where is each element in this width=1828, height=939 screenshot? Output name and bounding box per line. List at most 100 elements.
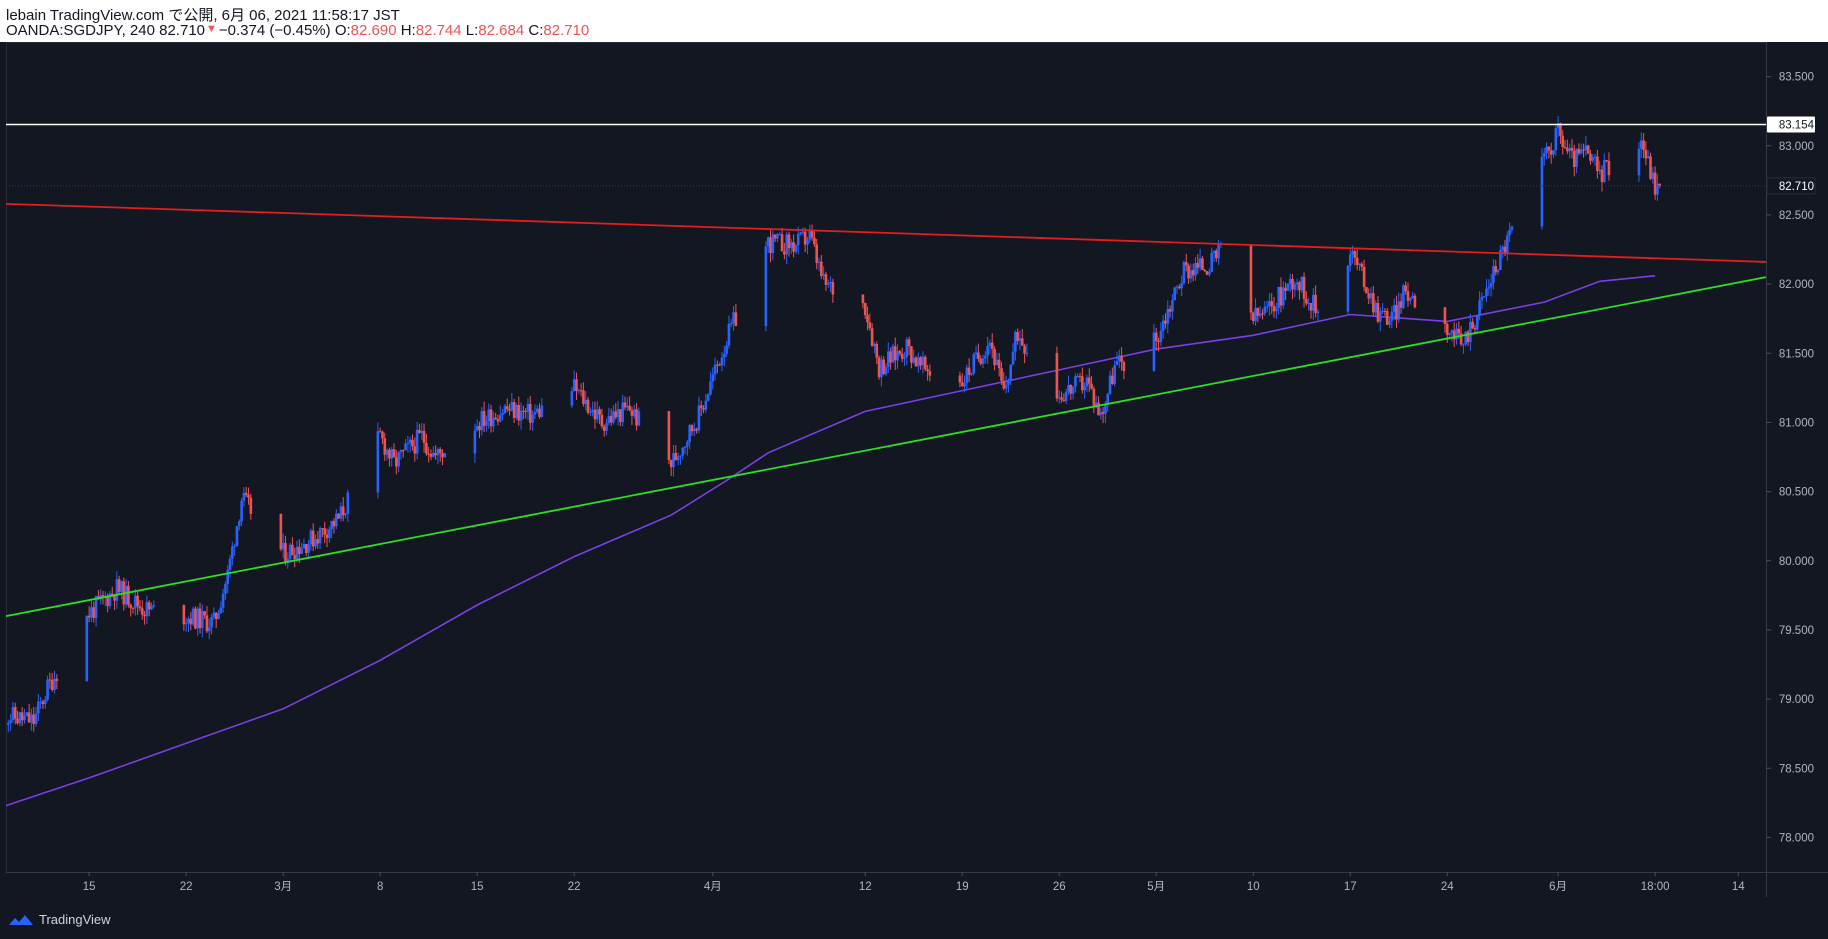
candle-body bbox=[1004, 384, 1008, 389]
candle-body bbox=[1298, 282, 1301, 291]
candle-body bbox=[616, 409, 620, 418]
candle-body bbox=[863, 303, 867, 316]
candle-body bbox=[1016, 332, 1019, 341]
y-tick-label: 80.500 bbox=[1779, 487, 1814, 499]
candle-body bbox=[53, 678, 56, 691]
candle-body bbox=[1295, 282, 1299, 285]
candle-body bbox=[1076, 375, 1080, 377]
candle-body bbox=[311, 530, 315, 547]
candle-body bbox=[1464, 331, 1468, 345]
candle-body bbox=[224, 584, 227, 594]
candle-body bbox=[963, 383, 966, 387]
chart-area[interactable]: 83.500 83.000 82.500 82.000 81.500 81.000 80.5… bbox=[0, 42, 1828, 897]
open-value: 82.690 bbox=[350, 22, 397, 39]
candle-body bbox=[1108, 375, 1112, 394]
candle-body bbox=[388, 449, 391, 459]
candle-body bbox=[1101, 411, 1105, 414]
candle-body bbox=[1586, 145, 1590, 154]
y-tick-label: 83.500 bbox=[1779, 72, 1814, 84]
symbol-info: OANDA:SGDJPY, 240 82.710▼ −0.374 (−0.45%)… bbox=[6, 22, 589, 39]
x-tick-label: 10 bbox=[1247, 881, 1260, 893]
candle-body bbox=[1277, 287, 1280, 309]
candle-body bbox=[806, 239, 809, 245]
candle-body bbox=[870, 328, 874, 346]
candle-body bbox=[385, 449, 389, 455]
candle-body bbox=[90, 607, 93, 618]
candle-body bbox=[1358, 263, 1361, 265]
candle-body bbox=[117, 579, 121, 592]
candle-body bbox=[1168, 309, 1172, 312]
candle-body bbox=[124, 585, 128, 605]
candle-body bbox=[1409, 297, 1412, 301]
resistance-trendline[interactable] bbox=[5, 202, 1767, 263]
change-value: −0.374 (−0.45%) bbox=[218, 22, 331, 39]
price-axis[interactable]: 83.500 83.000 82.500 82.000 81.500 81.000 80.5… bbox=[1766, 72, 1816, 845]
candle-body bbox=[489, 409, 493, 427]
candle-body bbox=[482, 411, 486, 426]
candle-body bbox=[997, 359, 1001, 369]
candle-body bbox=[1071, 386, 1075, 394]
candle-body bbox=[1579, 149, 1583, 154]
price-chart[interactable]: 83.500 83.000 82.500 82.000 81.500 81.000 80.5… bbox=[0, 42, 1828, 897]
candle-body bbox=[893, 346, 897, 361]
candle-body bbox=[1057, 397, 1061, 399]
candle-body bbox=[990, 342, 994, 349]
candle-body bbox=[106, 596, 109, 606]
candle-body bbox=[147, 602, 151, 610]
support-trendline[interactable] bbox=[5, 276, 1767, 617]
candle-body bbox=[912, 357, 916, 363]
candle-body bbox=[1314, 294, 1317, 314]
candle-body bbox=[429, 453, 433, 457]
candle-body bbox=[972, 354, 976, 374]
candle-body bbox=[1055, 353, 1059, 399]
candle-body bbox=[1351, 251, 1354, 255]
candle-body bbox=[314, 539, 317, 547]
candle-body bbox=[861, 294, 865, 304]
candle-body bbox=[1492, 266, 1495, 283]
candle-body bbox=[1097, 402, 1100, 416]
candle-body bbox=[48, 679, 52, 681]
candle-body bbox=[1249, 244, 1253, 313]
time-axis[interactable]: 15 22 3月 8 15 22 4月 12 19 26 5月 10 17 24 6月 18:00 14 bbox=[83, 872, 1746, 893]
candle-body bbox=[1369, 293, 1373, 299]
candle-body bbox=[1395, 305, 1398, 320]
candle-body bbox=[1542, 153, 1546, 157]
candle-body bbox=[298, 546, 301, 554]
candle-body bbox=[1270, 301, 1274, 306]
y-tick-label: 79.500 bbox=[1779, 625, 1814, 637]
candle-body bbox=[7, 722, 10, 725]
candle-body bbox=[764, 246, 768, 327]
candle-body bbox=[1649, 156, 1652, 179]
candle-body bbox=[1570, 147, 1574, 151]
tradingview-brand[interactable]: TradingView bbox=[8, 912, 111, 927]
candle-body bbox=[1406, 291, 1410, 301]
x-tick-label: 18:00 bbox=[1641, 881, 1670, 893]
candle-body bbox=[1552, 150, 1555, 155]
y-tick-label: 79.000 bbox=[1779, 694, 1814, 706]
candle-body bbox=[214, 612, 218, 619]
candle-body bbox=[877, 357, 881, 378]
y-tick-label: 80.000 bbox=[1779, 556, 1814, 568]
candle-body bbox=[669, 459, 673, 468]
candle-body bbox=[249, 497, 253, 514]
brand-label: TradingView bbox=[39, 912, 111, 927]
candle-body bbox=[291, 544, 294, 556]
candle-body bbox=[473, 430, 477, 454]
candle-body bbox=[695, 428, 698, 431]
candle-body bbox=[1067, 384, 1070, 392]
candle-body bbox=[672, 453, 675, 468]
x-tick-label: 15 bbox=[471, 881, 484, 893]
candle-body bbox=[579, 390, 583, 392]
candle-body bbox=[411, 439, 414, 447]
candle-body bbox=[25, 712, 29, 716]
candle-body bbox=[1122, 362, 1126, 371]
candle-body bbox=[1007, 379, 1010, 385]
candle-body bbox=[526, 403, 530, 412]
candle-body bbox=[1311, 294, 1315, 311]
candle-body bbox=[704, 400, 708, 410]
candle-body bbox=[1462, 344, 1465, 346]
candle-body bbox=[1251, 312, 1255, 321]
candle-body bbox=[404, 443, 407, 451]
candle-body bbox=[1081, 376, 1084, 391]
candle-body bbox=[1540, 156, 1544, 227]
